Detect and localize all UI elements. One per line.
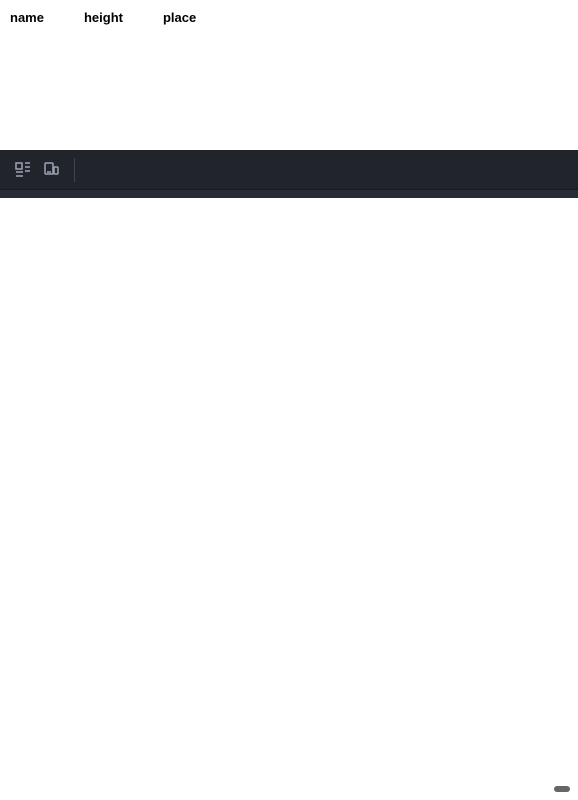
devtools-panel: [0, 150, 578, 198]
data-area: name height place: [0, 0, 578, 150]
inspect-icon[interactable]: [10, 156, 36, 184]
device-icon[interactable]: [38, 156, 64, 184]
data-table: name height place: [10, 8, 236, 27]
watermark: [554, 786, 570, 792]
toolbar-divider: [74, 158, 75, 182]
col-name: name: [10, 8, 84, 27]
devtools-toolbar: [0, 150, 578, 190]
toolbar-icons: [4, 156, 70, 184]
devtools-code: [0, 190, 578, 198]
col-place: place: [163, 8, 236, 27]
col-height: height: [84, 8, 163, 27]
